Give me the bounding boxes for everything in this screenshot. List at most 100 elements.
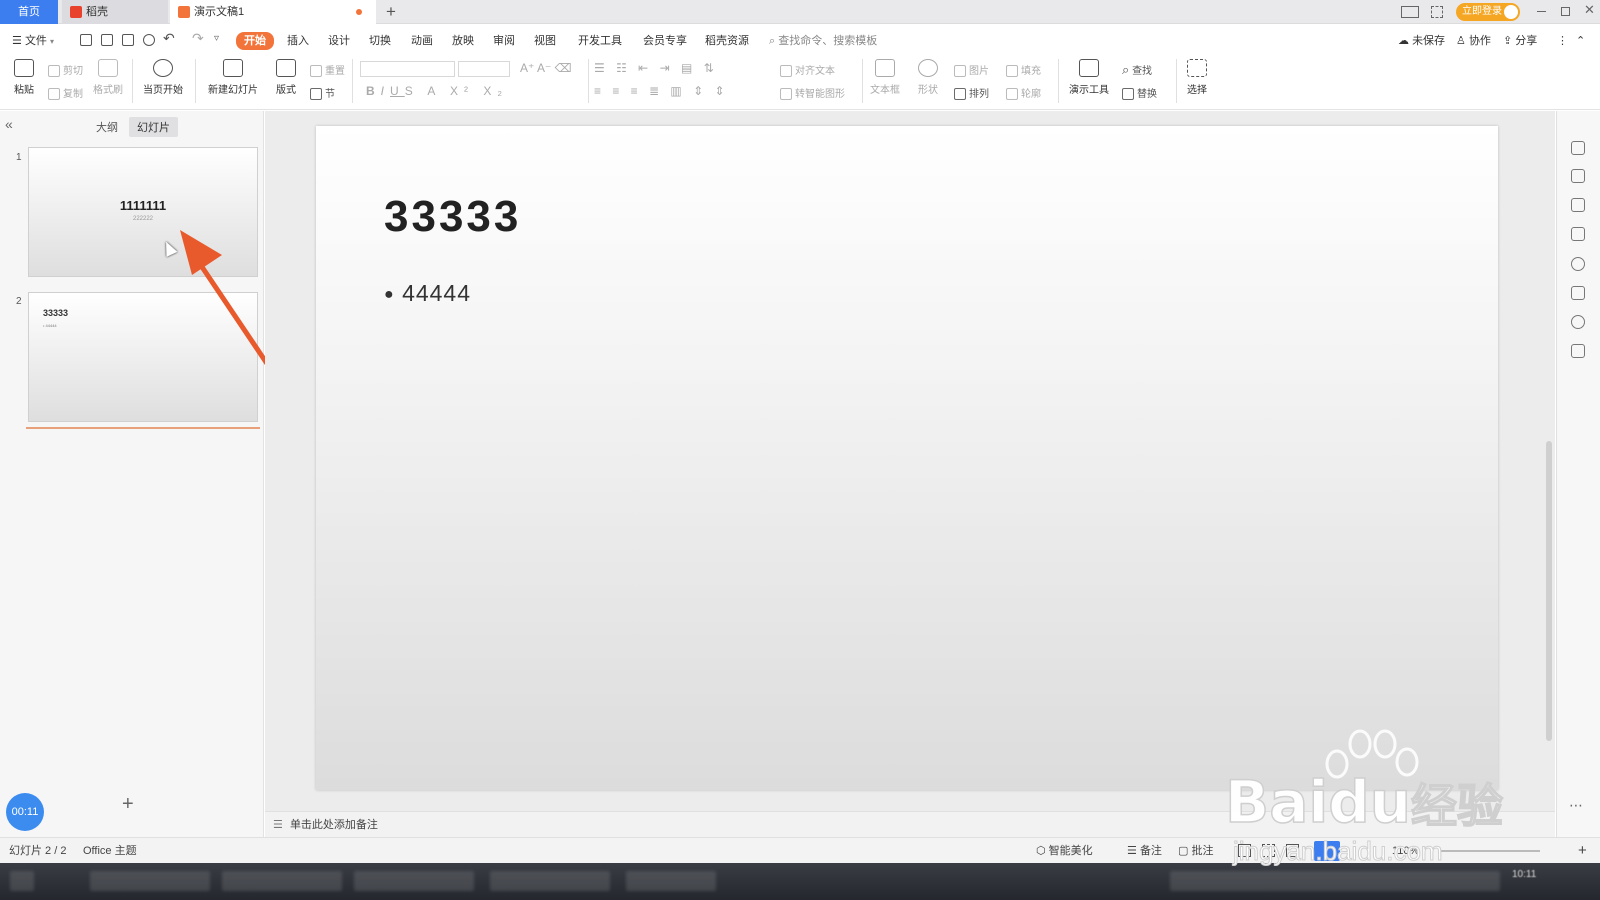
slide-title[interactable]: 33333 xyxy=(384,192,521,242)
beautify-icon: ⬡ xyxy=(1036,845,1046,857)
start-from-current-button[interactable]: 当页开始 xyxy=(138,59,188,96)
comments-button[interactable]: ▢ 批注 xyxy=(1178,838,1213,864)
normal-view-icon[interactable] xyxy=(1238,844,1251,857)
arrange-button[interactable]: 排列 xyxy=(954,85,989,101)
apps-grid-icon[interactable] xyxy=(1431,6,1443,18)
file-menu[interactable]: ☰ 文件 ▾ xyxy=(12,33,54,49)
list-icons[interactable]: ☰ ☷ ⇤ ⇥ ▤ ⇅ xyxy=(594,61,718,75)
taskbar-start-icon[interactable] xyxy=(10,871,34,891)
paste-button[interactable]: 粘贴 xyxy=(10,59,38,96)
taskbar-app-2[interactable] xyxy=(222,871,342,891)
notes-toggle-button[interactable]: ☰ 备注 xyxy=(1127,838,1162,864)
menu-developer[interactable]: 开发工具 xyxy=(578,33,622,49)
menu-slideshow[interactable]: 放映 xyxy=(452,33,474,49)
select-cursor-icon xyxy=(1187,59,1207,77)
zoom-in-icon[interactable]: + xyxy=(1578,838,1587,864)
pin-icon[interactable] xyxy=(1571,198,1585,212)
add-slide-button[interactable]: + xyxy=(122,793,134,816)
customize-toolbar-icon[interactable]: ▿ xyxy=(214,33,219,44)
tab-home[interactable]: 首页 xyxy=(0,0,58,24)
font-size-select[interactable] xyxy=(458,61,510,77)
slide-canvas[interactable]: 33333 ● 44444 xyxy=(316,126,1498,790)
new-slide-button[interactable]: 新建幻灯片 xyxy=(204,59,262,96)
command-search[interactable]: ⌕ 查找命令、搜索模板 xyxy=(769,33,877,49)
slides-icon[interactable] xyxy=(1571,227,1585,241)
menu-insert[interactable]: 插入 xyxy=(287,33,309,49)
taskbar-app-3[interactable] xyxy=(354,871,474,891)
paragraph-align-icons[interactable]: ≡ ≡ ≡ ≣ ▥ ⇕ ⇕ xyxy=(594,84,729,98)
menu-transition[interactable]: 切换 xyxy=(369,33,391,49)
font-format-icons[interactable]: A⁺ A⁻ ⌫ xyxy=(520,61,572,75)
layout-icon[interactable] xyxy=(1401,6,1419,18)
collapse-panel-icon[interactable]: « xyxy=(5,116,13,132)
find-button[interactable]: ⌕ 查找 xyxy=(1122,62,1152,78)
menu-member[interactable]: 会员专享 xyxy=(643,33,687,49)
bullet-dot-icon: ● xyxy=(384,285,395,303)
play-slideshow-button[interactable] xyxy=(1314,841,1340,861)
undo-icon[interactable]: ↶ xyxy=(163,30,175,47)
shape-button[interactable]: 形状 xyxy=(914,59,942,96)
section-button[interactable]: 节 xyxy=(310,85,335,101)
print-icon[interactable] xyxy=(122,34,134,46)
menu-design[interactable]: 设计 xyxy=(328,33,350,49)
smart-shape-button[interactable]: 转智能图形 xyxy=(780,85,845,101)
minimize-icon[interactable] xyxy=(1537,11,1546,12)
menu-daoke-resources[interactable]: 稻壳资源 xyxy=(705,33,749,49)
help-icon[interactable] xyxy=(1571,257,1585,271)
more-icon[interactable]: ⋮ xyxy=(1557,33,1568,49)
menu-review[interactable]: 审阅 xyxy=(493,33,515,49)
vertical-scrollbar[interactable] xyxy=(1546,441,1552,741)
text-style-icons[interactable]: BIUS A X² X₂ xyxy=(366,84,508,98)
image-icon[interactable] xyxy=(1571,286,1585,300)
restore-icon[interactable] xyxy=(1561,7,1570,16)
taskbar-app-5[interactable] xyxy=(626,871,716,891)
reading-view-icon[interactable] xyxy=(1286,844,1299,857)
smart-beautify-button[interactable]: ⬡ 智能美化 xyxy=(1036,838,1093,864)
settings-sliders-icon[interactable] xyxy=(1571,169,1585,183)
location-icon[interactable] xyxy=(1571,315,1585,329)
present-tools-button[interactable]: 演示工具 xyxy=(1064,59,1114,96)
new-slide-label: 新建幻灯片 xyxy=(208,85,258,96)
share-button[interactable]: ⇪ 分享 xyxy=(1503,33,1537,49)
new-tab-button[interactable]: + xyxy=(386,1,396,23)
outline-button[interactable]: 轮廓 xyxy=(1006,85,1041,101)
fill-button[interactable]: 填充 xyxy=(1006,62,1041,78)
textbox-button[interactable]: 文本框 xyxy=(868,59,902,96)
save-icon[interactable] xyxy=(80,34,92,46)
font-family-select[interactable] xyxy=(360,61,455,77)
property-icon[interactable] xyxy=(1571,141,1585,155)
notes-pane[interactable]: ☰ 单击此处添加备注 xyxy=(265,811,1555,837)
redo-icon[interactable]: ↷ xyxy=(192,30,204,47)
replace-button[interactable]: 替换 xyxy=(1122,85,1157,101)
close-icon[interactable]: ✕ xyxy=(1584,2,1595,18)
menu-start[interactable]: 开始 xyxy=(236,32,274,50)
tab-slides[interactable]: 幻灯片 xyxy=(129,117,178,137)
taskbar-app-1[interactable] xyxy=(90,871,210,891)
collapse-ribbon-icon[interactable]: ⌃ xyxy=(1576,33,1585,49)
menu-view[interactable]: 视图 xyxy=(534,33,556,49)
slide-bullet[interactable]: ● 44444 xyxy=(384,280,471,307)
export-pdf-icon[interactable] xyxy=(101,34,113,46)
unsaved-status[interactable]: ☁ 未保存 xyxy=(1398,33,1445,49)
picture-button[interactable]: 图片 xyxy=(954,62,989,78)
format-painter-button[interactable]: 格式刷 xyxy=(92,59,124,96)
align-text-button[interactable]: 对齐文本 xyxy=(780,62,835,78)
zoom-slider[interactable] xyxy=(1440,850,1540,852)
select-button[interactable]: 选择 xyxy=(1182,59,1212,96)
copy-button[interactable]: 复制 xyxy=(48,85,83,101)
tab-document[interactable]: 演示文稿1 xyxy=(170,0,376,24)
reset-button[interactable]: 重置 xyxy=(310,62,345,78)
tab-outline[interactable]: 大纲 xyxy=(96,119,118,135)
box-icon[interactable] xyxy=(1571,344,1585,358)
more-options-icon[interactable]: ⋯ xyxy=(1569,797,1583,814)
print-preview-icon[interactable] xyxy=(143,34,155,46)
sorter-view-icon[interactable] xyxy=(1262,844,1275,857)
login-button[interactable]: 立即登录 xyxy=(1456,3,1520,21)
collab-button[interactable]: ♙ 协作 xyxy=(1456,33,1491,49)
layout-button[interactable]: 版式 xyxy=(272,59,300,96)
tab-daoke[interactable]: 稻壳 xyxy=(62,0,168,24)
menu-animation[interactable]: 动画 xyxy=(411,33,433,49)
taskbar-app-4[interactable] xyxy=(490,871,610,891)
zoom-level[interactable]: 110% xyxy=(1392,838,1419,864)
cut-button[interactable]: 剪切 xyxy=(48,62,83,78)
